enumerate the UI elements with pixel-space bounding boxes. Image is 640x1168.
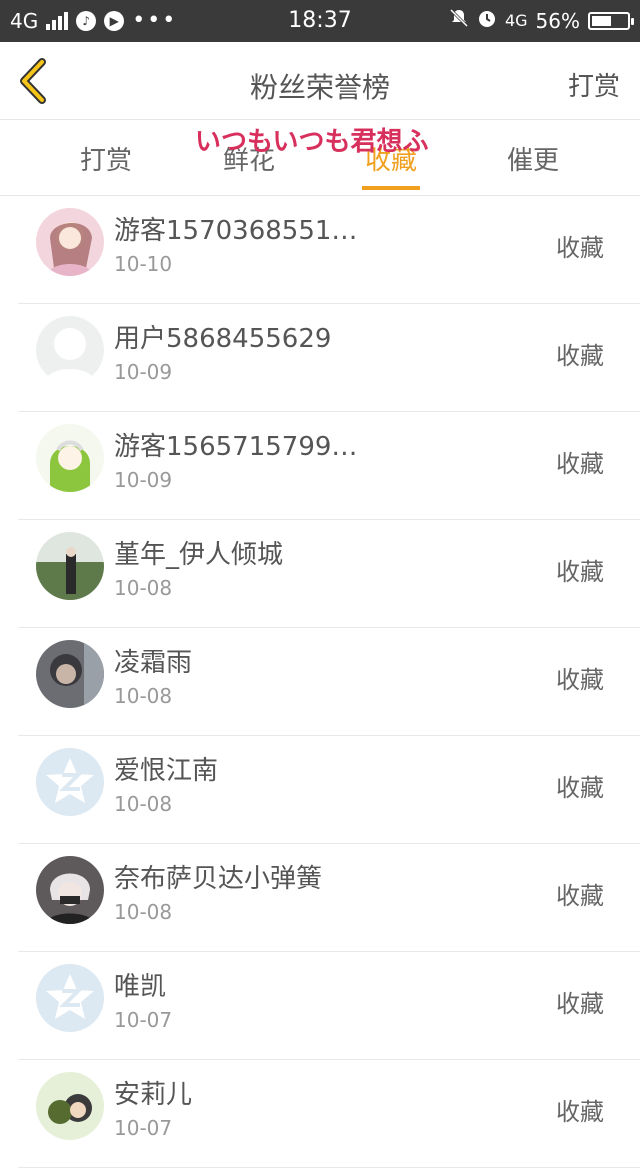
user-name: 安莉儿	[114, 1080, 193, 1110]
avatar[interactable]	[36, 964, 104, 1032]
status-bar: 4G ♪ ▶ ••• 18:37 4G 56%	[0, 0, 640, 42]
list-item[interactable]: 爱恨江南 10-08 收藏	[0, 736, 640, 844]
list-item[interactable]: 游客1570368551… 10-10 收藏	[0, 196, 640, 304]
avatar[interactable]	[36, 640, 104, 708]
user-name: 爱恨江南	[114, 756, 219, 786]
active-tab-indicator	[362, 186, 420, 190]
action-date: 10-07	[114, 1116, 173, 1140]
reward-button[interactable]: 打赏	[568, 66, 620, 103]
list-item[interactable]: 用户5868455629 10-09 收藏	[0, 304, 640, 412]
list-item[interactable]: 安莉儿 10-07 收藏	[0, 1060, 640, 1168]
action-date: 10-08	[114, 900, 173, 924]
action-date: 10-07	[114, 1008, 173, 1032]
avatar[interactable]	[36, 532, 104, 600]
page-title: 粉丝荣誉榜	[249, 71, 390, 104]
action-type: 收藏	[556, 234, 604, 262]
battery-icon	[588, 11, 634, 30]
action-date: 10-10	[114, 252, 173, 276]
user-name: 奈布萨贝达小弹簧	[114, 864, 323, 894]
action-type: 收藏	[556, 990, 604, 1018]
network-type-right: 4G	[504, 11, 528, 30]
action-date: 10-08	[114, 576, 173, 600]
user-name: 游客1565715799…	[114, 432, 358, 462]
avatar[interactable]	[36, 748, 104, 816]
action-date: 10-09	[114, 360, 173, 384]
avatar[interactable]	[36, 424, 104, 492]
action-type: 收藏	[556, 450, 604, 478]
list-item[interactable]: 奈布萨贝达小弹簧 10-08 收藏	[0, 844, 640, 952]
tab-urge-update[interactable]: 催更	[473, 140, 593, 177]
action-type: 收藏	[556, 882, 604, 910]
user-name: 用户5868455629	[114, 324, 332, 354]
action-type: 收藏	[556, 342, 604, 370]
action-date: 10-08	[114, 792, 173, 816]
watermark-text: いつもいつも君想ふ	[195, 127, 429, 157]
fan-list: 游客1570368551… 10-10 收藏 用户5868455629 10-09 收藏游…	[0, 196, 640, 1168]
alarm-icon	[477, 8, 497, 33]
action-date: 10-09	[114, 468, 173, 492]
tab-reward[interactable]: 打赏	[46, 140, 166, 177]
action-type: 收藏	[556, 558, 604, 586]
action-type: 收藏	[556, 666, 604, 694]
list-item[interactable]: 游客1565715799… 10-09 收藏	[0, 412, 640, 520]
user-name: 堇年_伊人倾城	[114, 540, 284, 570]
avatar[interactable]	[36, 208, 104, 276]
list-item[interactable]: 唯凯 10-07 收藏	[0, 952, 640, 1060]
mute-bell-icon	[449, 8, 469, 33]
action-type: 收藏	[556, 774, 604, 802]
user-name: 游客1570368551…	[114, 216, 358, 246]
avatar[interactable]	[36, 1072, 104, 1140]
user-name: 凌霜雨	[114, 648, 193, 678]
action-date: 10-08	[114, 684, 173, 708]
navigation-bar: 粉丝荣誉榜 打赏	[0, 42, 640, 120]
avatar[interactable]	[36, 316, 104, 384]
battery-percent: 56%	[535, 8, 580, 33]
avatar[interactable]	[36, 856, 104, 924]
action-type: 收藏	[556, 1098, 604, 1126]
list-item[interactable]: 凌霜雨 10-08 收藏	[0, 628, 640, 736]
list-item[interactable]: 堇年_伊人倾城 10-08 收藏	[0, 520, 640, 628]
status-right: 4G 56%	[449, 8, 634, 33]
user-name: 唯凯	[114, 972, 167, 1002]
